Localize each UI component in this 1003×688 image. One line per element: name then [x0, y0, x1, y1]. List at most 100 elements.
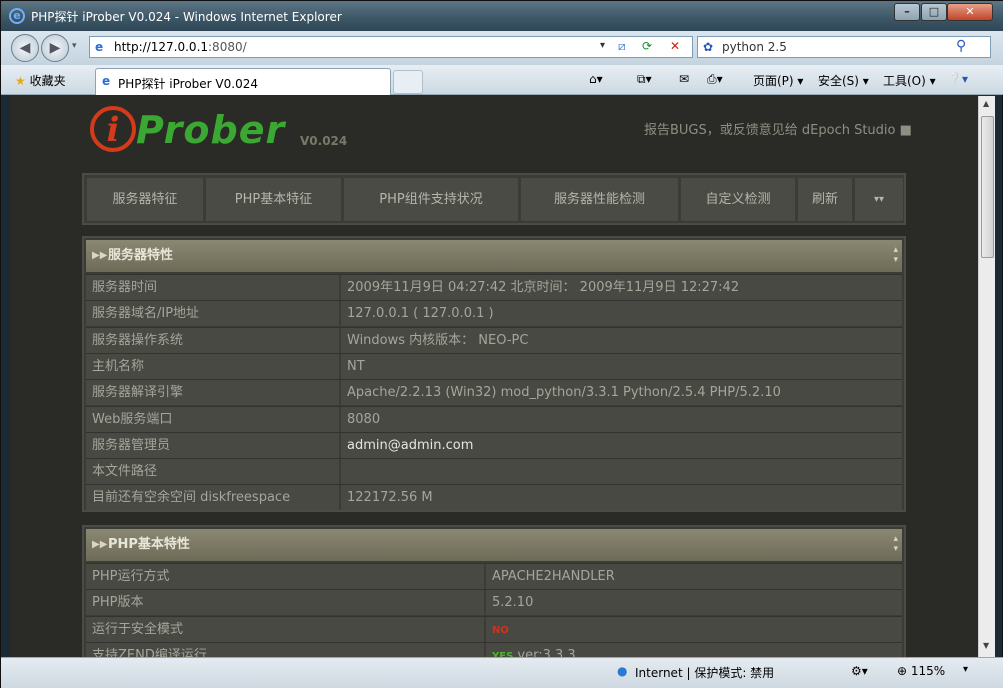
- window-title: PHP探针 iProber V0.024 - Windows Internet …: [31, 10, 342, 24]
- address-field[interactable]: e http://127.0.0.1:8080/ ▾ ⧄ ⟳ ✕: [89, 36, 693, 58]
- row-label: 服务器域名/IP地址: [86, 301, 341, 327]
- row-label: 本文件路径: [86, 459, 341, 485]
- logo-i: i: [90, 106, 136, 152]
- zend-version: ver:3.3.3: [513, 647, 576, 657]
- scroll-up-icon[interactable]: ▲: [983, 99, 989, 108]
- row-value: NT: [341, 353, 902, 379]
- table-row: 服务器域名/IP地址 127.0.0.1 ( 127.0.0.1 ): [86, 300, 902, 327]
- page-content: i Prober V0.024 报告BUGS，或反馈意见给 dEpoch Stu…: [10, 96, 978, 657]
- search-input[interactable]: python 2.5: [722, 40, 787, 54]
- version-label: V0.024: [300, 134, 348, 148]
- search-provider-icon[interactable]: ✿: [703, 40, 713, 54]
- menu-performance[interactable]: 服务器性能检测: [521, 178, 678, 221]
- print-button[interactable]: ⎙▾: [707, 72, 723, 87]
- page-menu[interactable]: 页面(P) ▾: [753, 72, 803, 89]
- row-label: 服务器操作系统: [86, 327, 341, 353]
- collapse-toggle-icon[interactable]: ▴ ▾: [893, 534, 898, 554]
- security-zone[interactable]: Internet | 保护模式: 禁用: [635, 664, 774, 681]
- table-row: PHP运行方式 APACHE2HANDLER: [86, 563, 902, 589]
- favorites-label: 收藏夹: [29, 74, 66, 88]
- row-value: [341, 459, 902, 485]
- scroll-down-icon[interactable]: ▼: [983, 641, 989, 650]
- php-panel: ▶▶ PHP基本特性 ▴ ▾ PHP运行方式 APACHE2HANDLER PHP版本…: [82, 525, 906, 657]
- row-value: admin@admin.com: [341, 432, 902, 458]
- menu-server-features[interactable]: 服务器特征: [87, 178, 203, 221]
- expand-arrow-icon: ▶▶: [92, 539, 108, 550]
- stop-icon[interactable]: ✕: [670, 39, 680, 53]
- ie-logo-icon: e: [9, 8, 25, 24]
- row-value: 8080: [341, 406, 902, 432]
- page-icon: e: [95, 40, 104, 54]
- expand-arrow-icon: ▶▶: [92, 250, 108, 261]
- row-label: 目前还有空余空间 diskfreespace: [86, 485, 341, 511]
- feeds-button[interactable]: ⧉▾: [637, 72, 652, 87]
- collapse-toggle-icon[interactable]: ▴ ▾: [893, 245, 898, 265]
- zoom-value: 115%: [910, 664, 946, 678]
- home-button[interactable]: ⌂▾: [589, 72, 603, 86]
- table-row: 服务器解译引擎 Apache/2.2.13 (Win32) mod_python/…: [86, 379, 902, 406]
- globe-icon: ●: [617, 664, 628, 678]
- row-label: 服务器解译引擎: [86, 380, 341, 406]
- row-label: 主机名称: [86, 353, 341, 379]
- status-bar: ● Internet | 保护模式: 禁用 ⚙▾ ⊕ 115% ▾: [1, 657, 1003, 688]
- mail-button[interactable]: ✉: [679, 72, 689, 86]
- row-value: 122172.56 M: [341, 485, 902, 511]
- row-value: 2009年11月9日 04:27:42 北京时间： 2009年11月9日 12:…: [341, 275, 902, 300]
- main-menu: 服务器特征 PHP基本特征 PHP组件支持状况 服务器性能检测 自定义检测 刷新…: [82, 173, 906, 225]
- close-window-button[interactable]: ✕: [947, 3, 993, 21]
- table-row: 服务器管理员 admin@admin.com: [86, 431, 902, 458]
- menu-custom-check[interactable]: 自定义检测: [681, 178, 795, 221]
- table-row: 本文件路径: [86, 458, 902, 485]
- row-label: 运行于安全模式: [86, 616, 486, 642]
- row-value: YES ver:3.3.3: [486, 642, 902, 657]
- menu-more-icon[interactable]: ▾▾: [855, 178, 903, 221]
- tools-menu[interactable]: 工具(O) ▾: [883, 72, 936, 89]
- table-row: 服务器操作系统 Windows 内核版本： NEO-PC: [86, 326, 902, 353]
- row-label: PHP运行方式: [86, 564, 486, 589]
- tab-current[interactable]: e PHP探针 iProber V0.024: [95, 68, 391, 95]
- search-icon[interactable]: ⚲: [956, 38, 966, 54]
- report-bugs-link[interactable]: 报告BUGS，或反馈意见给 dEpoch Studio ■: [644, 119, 912, 138]
- star-icon: ★: [15, 74, 26, 88]
- php-panel-header[interactable]: ▶▶ PHP基本特性 ▴ ▾: [86, 529, 902, 561]
- menu-refresh[interactable]: 刷新: [798, 178, 852, 221]
- address-bar-row: ◀ ▶ ▾ e http://127.0.0.1:8080/ ▾ ⧄ ⟳ ✕ ✿…: [1, 31, 1003, 65]
- row-label: 服务器管理员: [86, 432, 341, 458]
- address-url: http://127.0.0.1:8080/: [114, 40, 247, 54]
- title-bar: e PHP探针 iProber V0.024 - Windows Interne…: [1, 1, 1003, 31]
- table-row: PHP版本 5.2.10: [86, 589, 902, 616]
- row-value: APACHE2HANDLER: [486, 564, 902, 589]
- minimize-button[interactable]: –: [894, 3, 920, 21]
- row-value: 5.2.10: [486, 590, 902, 616]
- back-button[interactable]: ◀: [11, 34, 39, 62]
- new-tab-button[interactable]: [393, 70, 423, 94]
- recent-pages-dropdown-icon[interactable]: ▾: [72, 41, 77, 51]
- scrollbar-thumb[interactable]: [981, 116, 994, 258]
- table-row: 目前还有空余空间 diskfreespace 122172.56 M: [86, 484, 902, 511]
- popup-icon[interactable]: ⚙▾: [851, 664, 868, 678]
- table-row: 运行于安全模式 NO: [86, 615, 902, 642]
- search-box[interactable]: ✿ python 2.5 ⚲: [697, 36, 991, 58]
- row-value: Windows 内核版本： NEO-PC: [341, 327, 902, 353]
- menu-php-components[interactable]: PHP组件支持状况: [344, 178, 518, 221]
- compat-view-icon[interactable]: ⧄: [618, 39, 626, 54]
- refresh-icon[interactable]: ⟳: [642, 39, 652, 53]
- row-value: 127.0.0.1 ( 127.0.0.1 ): [341, 301, 902, 327]
- zoom-level[interactable]: ⊕ 115%: [897, 664, 945, 678]
- vertical-scrollbar[interactable]: ▲ ▼: [978, 96, 995, 657]
- address-dropdown-icon[interactable]: ▾: [600, 40, 605, 51]
- server-panel-header[interactable]: ▶▶ 服务器特性 ▴ ▾: [86, 240, 902, 272]
- help-menu[interactable]: ❔▾: [947, 72, 968, 86]
- safety-menu[interactable]: 安全(S) ▾: [818, 72, 869, 89]
- browser-window: e PHP探针 iProber V0.024 - Windows Interne…: [0, 0, 1003, 688]
- forward-button[interactable]: ▶: [41, 34, 69, 62]
- status-no-badge: NO: [492, 624, 509, 636]
- zoom-dropdown-icon[interactable]: ▾: [963, 664, 968, 675]
- table-row: 主机名称 NT: [86, 352, 902, 379]
- maximize-button[interactable]: □: [921, 3, 947, 21]
- row-label: Web服务端口: [86, 406, 341, 432]
- favorites-button[interactable]: ★ 收藏夹: [15, 72, 66, 89]
- menu-php-basic[interactable]: PHP基本特征: [206, 178, 341, 221]
- table-row: 支持ZEND编译运行 YES ver:3.3.3: [86, 641, 902, 657]
- logo-text: Prober: [136, 108, 286, 152]
